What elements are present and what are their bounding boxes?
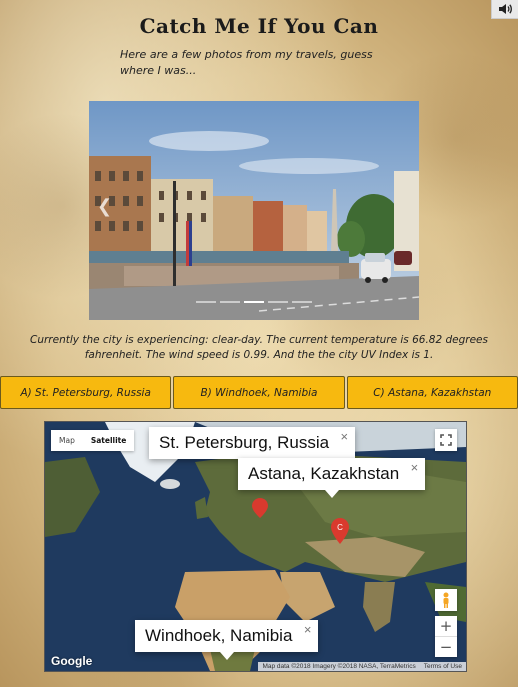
info-window-pointer	[219, 652, 234, 660]
zoom-control: + −	[435, 616, 457, 657]
google-logo: Google	[51, 654, 93, 668]
close-icon[interactable]: ×	[304, 622, 312, 637]
map-marker-st-petersburg[interactable]	[252, 498, 268, 518]
info-window-st-petersburg: St. Petersburg, Russia ×	[149, 427, 356, 459]
intro-text: Here are a few photos from my travels, g…	[120, 48, 373, 77]
close-icon[interactable]: ×	[411, 460, 419, 475]
street-view-pegman[interactable]	[435, 589, 457, 611]
carousel-indicator[interactable]	[196, 301, 216, 303]
marker-c-label: C	[337, 523, 343, 532]
map-type-control: Map Satellite	[51, 430, 135, 451]
info-window-title: Windhoek, Namibia	[145, 626, 293, 645]
answer-buttons: A) St. Petersburg, Russia B) Windhoek, N…	[0, 376, 518, 409]
answer-c-button[interactable]: C) Astana, Kazakhstan	[346, 376, 518, 409]
city-photo	[89, 101, 419, 320]
world-map[interactable]: Map Satellite + − C St. Petersburg, Russ…	[44, 421, 467, 672]
close-icon[interactable]: ×	[340, 429, 348, 444]
answer-a-button[interactable]: A) St. Petersburg, Russia	[0, 376, 172, 409]
info-window-title: St. Petersburg, Russia	[159, 433, 330, 452]
fullscreen-button[interactable]	[435, 429, 457, 451]
info-window-windhoek: Windhoek, Namibia ×	[135, 620, 319, 660]
map-type-map-button[interactable]: Map	[51, 430, 83, 451]
carousel-indicators	[89, 301, 419, 303]
fullscreen-icon	[440, 434, 452, 446]
page-title: Catch Me If You Can	[139, 14, 379, 38]
photo-carousel[interactable]: ❮	[89, 101, 419, 320]
map-type-satellite-button[interactable]: Satellite	[83, 430, 135, 451]
map-marker-astana[interactable]: C	[331, 518, 349, 544]
info-window-astana: Astana, Kazakhstan ×	[238, 458, 426, 498]
info-window-title: Astana, Kazakhstan	[248, 464, 400, 483]
carousel-indicator[interactable]	[292, 301, 312, 303]
weather-text: Currently the city is experiencing: clea…	[30, 334, 488, 361]
answer-b-button[interactable]: B) Windhoek, Namibia	[173, 376, 345, 409]
chevron-left-icon[interactable]: ❮	[97, 196, 112, 217]
map-attribution: Map data ©2018 Imagery ©2018 NASA, Terra…	[258, 662, 466, 671]
carousel-indicator[interactable]	[220, 301, 240, 303]
attribution-text: Map data ©2018 Imagery ©2018 NASA, Terra…	[262, 663, 416, 670]
carousel-indicator[interactable]	[268, 301, 288, 303]
terms-of-use-link[interactable]: Terms of Use	[424, 663, 462, 670]
pegman-icon	[443, 592, 449, 608]
zoom-out-button[interactable]: −	[435, 636, 457, 657]
info-window-pointer	[324, 490, 339, 498]
zoom-in-button[interactable]: +	[435, 616, 457, 636]
carousel-indicator-active[interactable]	[244, 301, 264, 303]
